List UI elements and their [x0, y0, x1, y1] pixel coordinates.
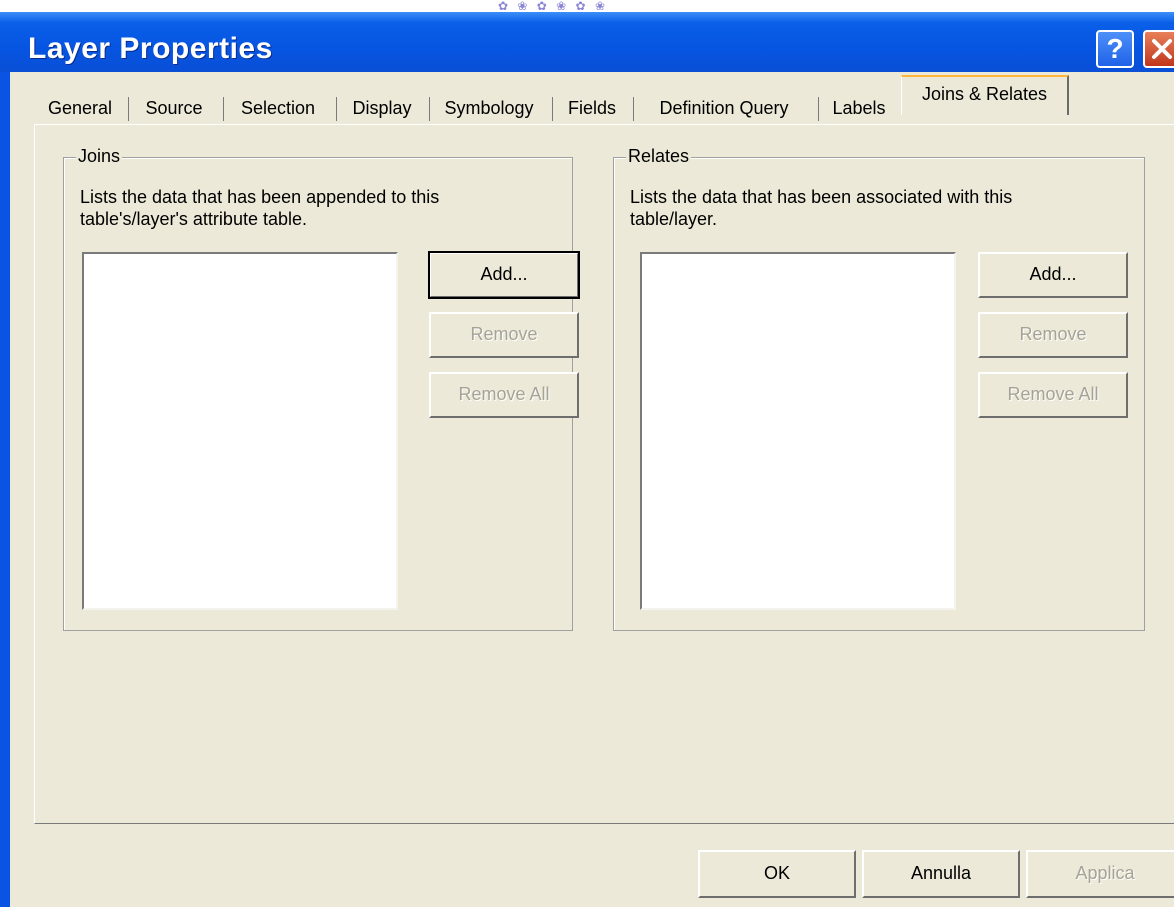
relates-list[interactable]	[640, 252, 956, 610]
relates-add-button[interactable]: Add...	[978, 252, 1128, 298]
help-button[interactable]: ?	[1096, 30, 1134, 68]
relates-group: Relates Lists the data that has been ass…	[613, 146, 1145, 631]
tab-divider	[552, 97, 553, 121]
tab-divider	[633, 97, 634, 121]
tab-source[interactable]: Source	[133, 93, 215, 123]
close-icon	[1152, 39, 1172, 59]
tab-selection[interactable]: Selection	[228, 93, 328, 123]
relates-group-legend: Relates	[626, 146, 692, 167]
joins-add-button[interactable]: Add...	[428, 251, 580, 299]
tab-display[interactable]: Display	[341, 93, 423, 123]
joins-description: Lists the data that has been appended to…	[80, 187, 440, 229]
joins-list[interactable]	[82, 252, 398, 610]
dialog-client-area: General Source Selection Display Symbolo…	[10, 72, 1174, 907]
apply-button[interactable]: Applica	[1026, 850, 1174, 898]
tab-divider	[223, 97, 224, 121]
tab-fields[interactable]: Fields	[557, 93, 627, 123]
tab-divider	[818, 97, 819, 121]
tab-divider	[336, 97, 337, 121]
close-button[interactable]	[1143, 30, 1174, 68]
ok-button[interactable]: OK	[698, 850, 856, 898]
joins-remove-button[interactable]: Remove	[429, 312, 579, 358]
relates-remove-all-button[interactable]: Remove All	[978, 372, 1128, 418]
tab-general[interactable]: General	[35, 93, 125, 123]
tab-divider	[128, 97, 129, 121]
tab-panel-joins-relates: Joins Lists the data that has been appen…	[34, 124, 1174, 824]
tab-symbology[interactable]: Symbology	[434, 93, 544, 123]
tab-labels[interactable]: Labels	[823, 93, 895, 123]
joins-group: Joins Lists the data that has been appen…	[63, 146, 580, 631]
window-title: Layer Properties	[28, 32, 273, 65]
tab-divider	[429, 97, 430, 121]
relates-description: Lists the data that has been associated …	[630, 187, 1013, 229]
relates-remove-button[interactable]: Remove	[978, 312, 1128, 358]
joins-remove-all-button[interactable]: Remove All	[429, 372, 579, 418]
tab-definition-query[interactable]: Definition Query	[638, 93, 810, 123]
joins-group-legend: Joins	[76, 146, 123, 167]
tab-joins-relates[interactable]: Joins & Relates	[901, 75, 1069, 115]
title-bar[interactable]: Layer Properties ?	[0, 12, 1174, 72]
cancel-button[interactable]: Annulla	[862, 850, 1020, 898]
dialog-window: ✿ ❀ ✿ ❀ ✿ ❀ Layer Properties ? General S…	[0, 0, 1174, 907]
